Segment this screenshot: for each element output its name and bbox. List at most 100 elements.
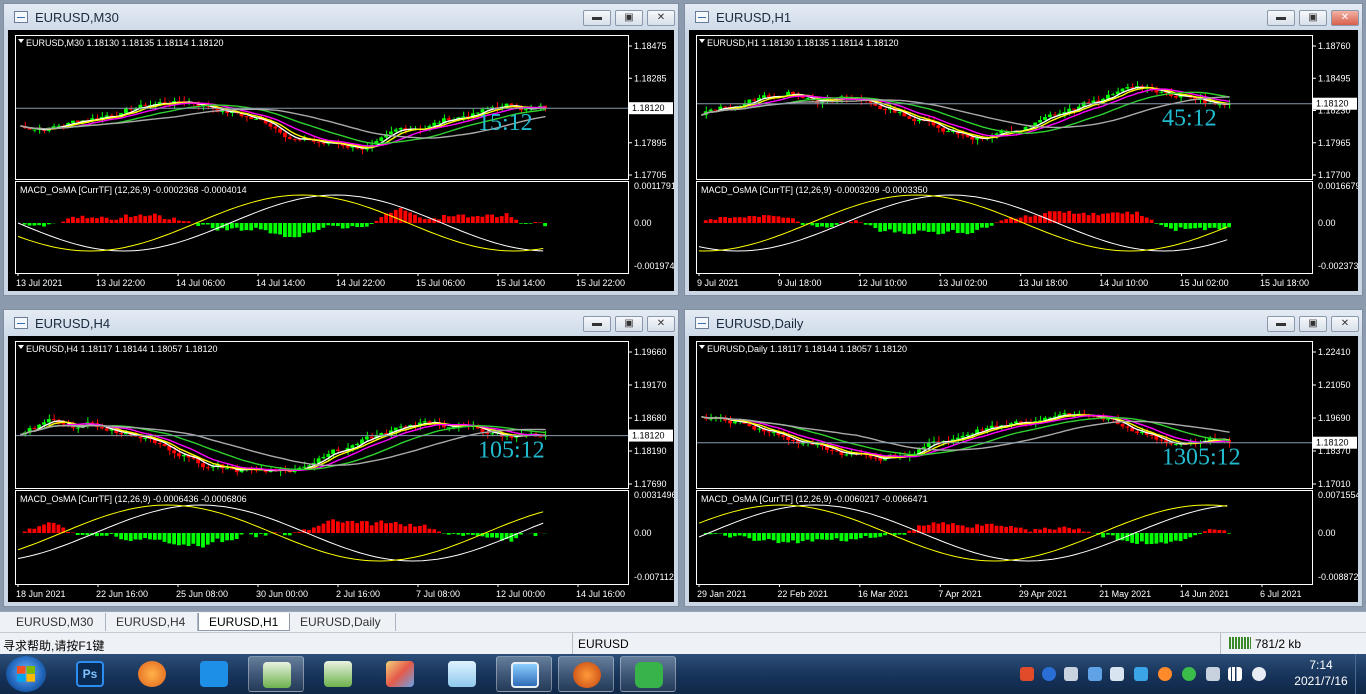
osma-bar: [201, 223, 205, 225]
help-icon[interactable]: [1042, 667, 1056, 681]
network-drive-icon[interactable]: [1088, 667, 1102, 681]
show-desktop-button[interactable]: [1355, 654, 1366, 694]
chart-window-h4[interactable]: EURUSD,H4 ▬ ▣ ✕ EURUSD,H4 1.18117 1.1814…: [3, 309, 679, 607]
indicator-axis-label: -0.007112: [634, 572, 674, 582]
current-price-label: 1.18120: [632, 431, 665, 441]
chart-window-daily[interactable]: EURUSD,Daily ▬ ▣ ✕ EURUSD,Daily 1.18117 …: [684, 309, 1363, 607]
ninja-tray-icon[interactable]: [1158, 667, 1172, 681]
window-title: EURUSD,H1: [716, 10, 792, 25]
osma-bar: [1139, 216, 1144, 223]
tab-eurusd-h1[interactable]: EURUSD,H1: [198, 613, 290, 631]
tab-eurusd-m30[interactable]: EURUSD,M30: [6, 613, 106, 631]
price-chart[interactable]: EURUSD,H4 1.18117 1.18144 1.18057 1.1812…: [8, 336, 674, 602]
taskbar-app[interactable]: [186, 656, 242, 692]
taskbar-app[interactable]: [496, 656, 552, 692]
maximize-button[interactable]: ▣: [1299, 316, 1327, 332]
window-titlebar[interactable]: EURUSD,M30 ▬ ▣ ✕: [4, 4, 678, 30]
wechat-icon: [635, 662, 663, 688]
osma-bar: [1188, 223, 1193, 229]
candle: [393, 427, 398, 431]
osma-bar: [133, 533, 138, 540]
osma-bar: [364, 223, 369, 227]
osma-bar: [379, 217, 384, 223]
osma-bar: [999, 220, 1004, 223]
candle: [1159, 91, 1164, 93]
start-button[interactable]: [6, 656, 46, 692]
taskbar-app[interactable]: Ps: [62, 656, 118, 692]
taskbar-app[interactable]: [620, 656, 676, 692]
osma-bar: [907, 530, 912, 533]
price-chart[interactable]: EURUSD,M30 1.18130 1.18135 1.18114 1.181…: [8, 30, 674, 291]
minimize-button[interactable]: ▬: [1267, 10, 1295, 26]
wechat-tray-icon[interactable]: [1182, 667, 1196, 681]
osma-bar: [148, 215, 152, 223]
osma-bar: [302, 223, 307, 234]
taskbar-app[interactable]: [310, 656, 366, 692]
chart-window-m30[interactable]: EURUSD,M30 ▬ ▣ ✕ EURUSD,M30 1.18130 1.18…: [3, 3, 679, 296]
osma-bar: [737, 533, 742, 536]
osma-bar: [931, 522, 936, 533]
minimize-button[interactable]: ▬: [1267, 316, 1295, 332]
osma-bar: [1028, 531, 1033, 533]
osma-bar: [311, 527, 316, 533]
minimize-button[interactable]: ▬: [583, 316, 611, 332]
osma-bar: [210, 533, 215, 543]
taskbar-app[interactable]: [124, 656, 180, 692]
osma-bar: [316, 525, 321, 533]
close-button[interactable]: ✕: [1331, 10, 1359, 26]
window-titlebar[interactable]: EURUSD,H4 ▬ ▣ ✕: [4, 310, 678, 336]
taskbar: Ps 7:14 2021/7/16: [0, 654, 1366, 694]
maximize-button[interactable]: ▣: [615, 10, 643, 26]
candle: [752, 99, 757, 101]
window-titlebar[interactable]: EURUSD,H1 ▬ ▣ ✕: [685, 4, 1362, 30]
bar-countdown: 45:12: [1162, 106, 1217, 132]
security-icon[interactable]: [1110, 667, 1124, 681]
osma-bar: [128, 533, 133, 542]
minimize-button[interactable]: ▬: [583, 10, 611, 26]
candle: [51, 419, 56, 421]
tab-eurusd-daily[interactable]: EURUSD,Daily: [290, 613, 396, 631]
signal-icon[interactable]: [1228, 667, 1242, 681]
volume-muted-icon[interactable]: [1252, 667, 1266, 681]
window-titlebar[interactable]: EURUSD,Daily ▬ ▣ ✕: [685, 310, 1362, 336]
sogou-ime-icon[interactable]: [1020, 667, 1034, 681]
osma-bar: [829, 533, 834, 540]
candle: [732, 421, 737, 424]
cloud-icon[interactable]: [1134, 667, 1148, 681]
flag-icon[interactable]: [1206, 667, 1220, 681]
price-chart[interactable]: EURUSD,Daily 1.18117 1.18144 1.18057 1.1…: [689, 336, 1358, 602]
osma-bar: [1125, 211, 1130, 223]
taskbar-app[interactable]: [434, 656, 490, 692]
date-axis-label: 22 Jun 16:00: [96, 589, 148, 599]
close-button[interactable]: ✕: [647, 316, 675, 332]
keyboard-icon[interactable]: [1064, 667, 1078, 681]
osma-bar: [1028, 216, 1033, 223]
taskbar-app[interactable]: [558, 656, 614, 692]
candle: [766, 95, 771, 97]
osma-bar: [519, 223, 523, 224]
osma-bar: [708, 219, 713, 223]
osma-bar: [946, 223, 950, 232]
candle: [1120, 88, 1125, 92]
osma-bar: [723, 217, 728, 223]
osma-bar: [955, 525, 960, 533]
taskbar-app[interactable]: [372, 656, 428, 692]
close-button[interactable]: ✕: [647, 10, 675, 26]
collapse-triangle-icon: [18, 345, 24, 349]
osma-bar: [761, 215, 766, 223]
maximize-button[interactable]: ▣: [615, 316, 643, 332]
date-axis-label: 18 Jun 2021: [16, 589, 66, 599]
osma-bar: [839, 533, 844, 542]
tab-eurusd-h4[interactable]: EURUSD,H4: [106, 613, 198, 631]
close-button[interactable]: ✕: [1331, 316, 1359, 332]
candle: [302, 466, 307, 468]
taskbar-app[interactable]: [248, 656, 304, 692]
maximize-button[interactable]: ▣: [1299, 10, 1327, 26]
collapse-triangle-icon: [699, 345, 705, 349]
osma-bar: [99, 533, 104, 536]
ma-magenta-line: [20, 423, 546, 472]
price-chart[interactable]: EURUSD,H1 1.18130 1.18135 1.18114 1.1812…: [689, 30, 1358, 291]
taskbar-clock[interactable]: 7:14 2021/7/16: [1280, 657, 1362, 689]
chart-window-h1[interactable]: EURUSD,H1 ▬ ▣ ✕ EURUSD,H1 1.18130 1.1813…: [684, 3, 1363, 296]
osma-bar: [795, 221, 800, 223]
